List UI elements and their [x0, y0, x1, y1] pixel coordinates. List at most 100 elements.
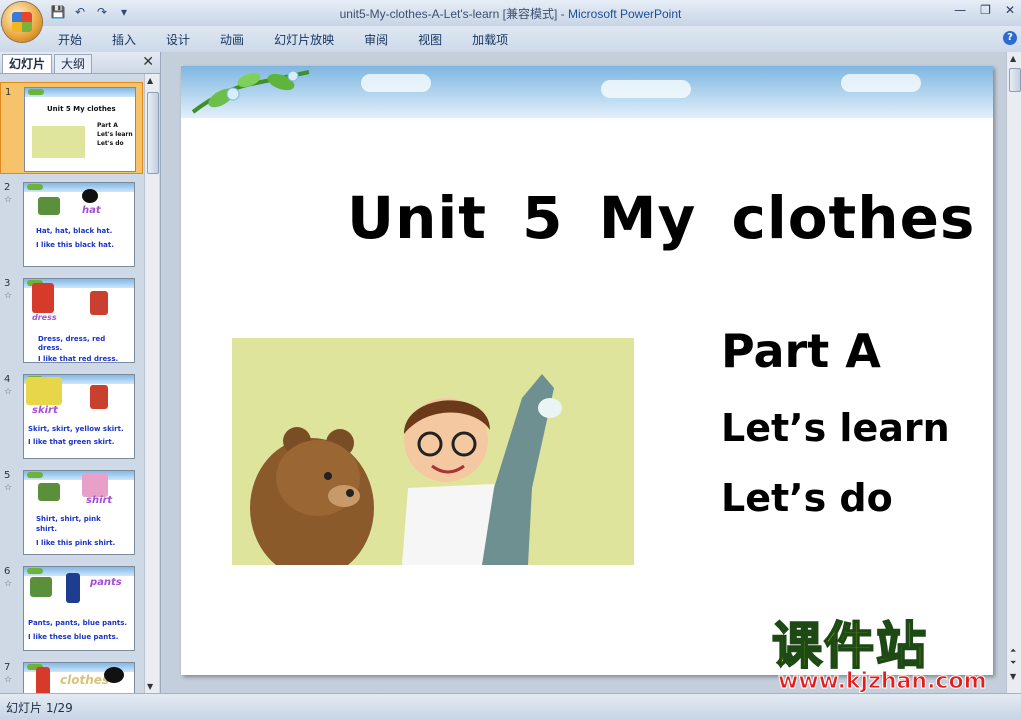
tab-slides[interactable]: 幻灯片: [2, 54, 53, 73]
thumbnail-row[interactable]: 1 Unit 5 My clothes Part A Let's learn L…: [0, 82, 143, 174]
slide-thumbnail[interactable]: pants Pants, pants, blue pants. I like t…: [23, 566, 135, 651]
scroll-up-icon[interactable]: ▲: [147, 76, 153, 85]
thumbnail-row[interactable]: 4 ☆ skirt Skirt, skirt, yellow skirt. I …: [0, 370, 143, 462]
slide-thumbnail[interactable]: clothes: [23, 662, 135, 693]
animation-star-icon: ☆: [4, 483, 13, 493]
help-icon[interactable]: ?: [1003, 31, 1017, 45]
current-slide[interactable]: Unit 5 My clothes Part A Let’s learn Let…: [181, 66, 993, 675]
slide-thumbnail[interactable]: skirt Skirt, skirt, yellow skirt. I like…: [23, 374, 135, 459]
slide-number: 1: [5, 87, 12, 98]
tab-insert[interactable]: 插入: [112, 31, 136, 48]
thumbnail-text: Part A Let's learn Let's do: [97, 121, 133, 148]
thumbnail-row[interactable]: 5 ☆ shirt Shirt, shirt, pink shirt. I li…: [0, 466, 143, 558]
skirt-picture: [26, 377, 62, 405]
animation-star-icon: ☆: [4, 387, 13, 397]
vine-icon: [27, 184, 43, 190]
slides-pane: 幻灯片 大纲 ✕ 1 Unit 5 My clothes Part A Let'…: [0, 52, 161, 693]
pane-close-icon[interactable]: ✕: [142, 54, 154, 70]
animation-star-icon: ☆: [4, 675, 13, 685]
title-bar: 💾 ↶ ↷ ▾ unit5-My-clothes-A-Let's-learn […: [0, 0, 1021, 27]
thumbnail-line: I like that green skirt.: [28, 438, 115, 446]
slide-editor: Unit 5 My clothes Part A Let’s learn Let…: [161, 52, 1006, 693]
scroll-down-icon[interactable]: ▼: [147, 682, 153, 691]
animation-star-icon: ☆: [4, 195, 13, 205]
thumbnail-row[interactable]: 6 ☆ pants Pants, pants, blue pants. I li…: [0, 562, 143, 654]
slide-thumbnail[interactable]: hat Hat, hat, black hat. I like this bla…: [23, 182, 135, 267]
slide-thumbnails: 1 Unit 5 My clothes Part A Let's learn L…: [0, 74, 143, 693]
thumbnail-line: Hat, hat, black hat.: [36, 227, 113, 235]
slide-thumbnail[interactable]: Unit 5 My clothes Part A Let's learn Let…: [24, 87, 136, 172]
thumbnail-line: Part A: [97, 122, 118, 129]
thumbnail-line: I like these blue pants.: [28, 633, 119, 641]
dress-picture: [32, 283, 54, 313]
hat-picture: [104, 667, 124, 683]
thumbnail-line: Let's do: [97, 140, 124, 147]
tab-review[interactable]: 审阅: [364, 31, 388, 48]
thumbnail-line: Let's learn: [97, 131, 133, 138]
close-icon[interactable]: ✕: [1005, 3, 1015, 17]
scroll-down-icon[interactable]: ▼: [1010, 672, 1016, 681]
minimize-icon[interactable]: —: [954, 3, 966, 17]
slide-thumbnail[interactable]: shirt Shirt, shirt, pink shirt. I like t…: [23, 470, 135, 555]
scroll-up-icon[interactable]: ▲: [1010, 54, 1016, 63]
thumbnail-line: shirt.: [36, 525, 58, 533]
thumbnail-row[interactable]: 3 ☆ dress Dress, dress, red dress. I lik…: [0, 274, 143, 366]
watermark-text: 课件站: [771, 617, 928, 675]
thumbnail-word: shirt: [86, 495, 113, 506]
ribbon-tabs: 开始 插入 设计 动画 幻灯片放映 审阅 视图 加载项: [58, 31, 538, 48]
girl-picture: [90, 385, 108, 409]
thumbnail-word: skirt: [32, 405, 58, 416]
maximize-icon[interactable]: ❐: [980, 3, 991, 17]
lets-do-text[interactable]: Let’s do: [721, 476, 893, 520]
thumbnail-title: Unit 5 My clothes: [47, 105, 116, 113]
slide-scrollbar[interactable]: ▲ ⏶ ⏷ ▼: [1006, 52, 1021, 693]
previous-slide-icon[interactable]: ⏶: [1010, 646, 1016, 656]
tab-addins[interactable]: 加载项: [472, 31, 508, 48]
slide-number: 5: [4, 470, 11, 481]
slide-number: 3: [4, 278, 11, 289]
hat-picture: [82, 189, 98, 203]
thumbnail-row[interactable]: 7 ☆ clothes: [0, 658, 143, 693]
thumbnail-line: I like this pink shirt.: [36, 539, 116, 547]
boy-picture: [38, 197, 60, 215]
slide-title[interactable]: Unit 5 My clothes: [347, 184, 975, 252]
tab-home[interactable]: 开始: [58, 31, 82, 48]
scrollbar-thumb[interactable]: [1009, 68, 1021, 92]
cloud: [841, 74, 921, 92]
tab-view[interactable]: 视图: [418, 31, 442, 48]
tab-outline[interactable]: 大纲: [54, 54, 93, 73]
vine-icon: [27, 568, 43, 574]
cloud: [361, 74, 431, 92]
thumbnail-scrollbar[interactable]: ▲ ▼: [144, 74, 159, 693]
pants-picture: [66, 573, 80, 603]
boy-picture: [30, 577, 52, 597]
tab-animations[interactable]: 动画: [220, 31, 244, 48]
cloud: [601, 80, 691, 98]
thumbnail-line: dress.: [38, 344, 63, 352]
lets-learn-text[interactable]: Let’s learn: [721, 406, 950, 450]
ribbon: 开始 插入 设计 动画 幻灯片放映 审阅 视图 加载项 ?: [0, 26, 1021, 53]
part-heading[interactable]: Part A: [721, 324, 881, 378]
thumbnail-row[interactable]: 2 ☆ hat Hat, hat, black hat. I like this…: [0, 178, 143, 270]
vine-icon: [27, 472, 43, 478]
office-button[interactable]: [2, 2, 42, 42]
watermark-logo: 课件站 www.kjzhan.com: [771, 617, 1002, 698]
scrollbar-thumb[interactable]: [147, 92, 159, 174]
next-slide-icon[interactable]: ⏷: [1010, 658, 1016, 668]
thumbnail-word: hat: [82, 205, 101, 216]
thumbnail-line: Shirt, shirt, pink: [36, 515, 101, 523]
slide-counter: 幻灯片 1/29: [6, 701, 73, 715]
thumbnail-line: Pants, pants, blue pants.: [28, 619, 128, 627]
girl-picture: [90, 291, 108, 315]
dress-picture: [36, 667, 50, 693]
thumbnail-picture: [32, 126, 85, 158]
tab-slideshow[interactable]: 幻灯片放映: [274, 31, 334, 48]
slide-number: 7: [4, 662, 11, 673]
boy-and-bear-picture[interactable]: [232, 338, 634, 565]
slide-number: 4: [4, 374, 11, 385]
thumbnail-line: Dress, dress, red: [38, 335, 106, 343]
slide-thumbnail[interactable]: dress Dress, dress, red dress. I like th…: [23, 278, 135, 363]
window-controls: — ❐ ✕: [954, 3, 1015, 17]
tab-design[interactable]: 设计: [166, 31, 190, 48]
boy-picture: [38, 483, 60, 501]
